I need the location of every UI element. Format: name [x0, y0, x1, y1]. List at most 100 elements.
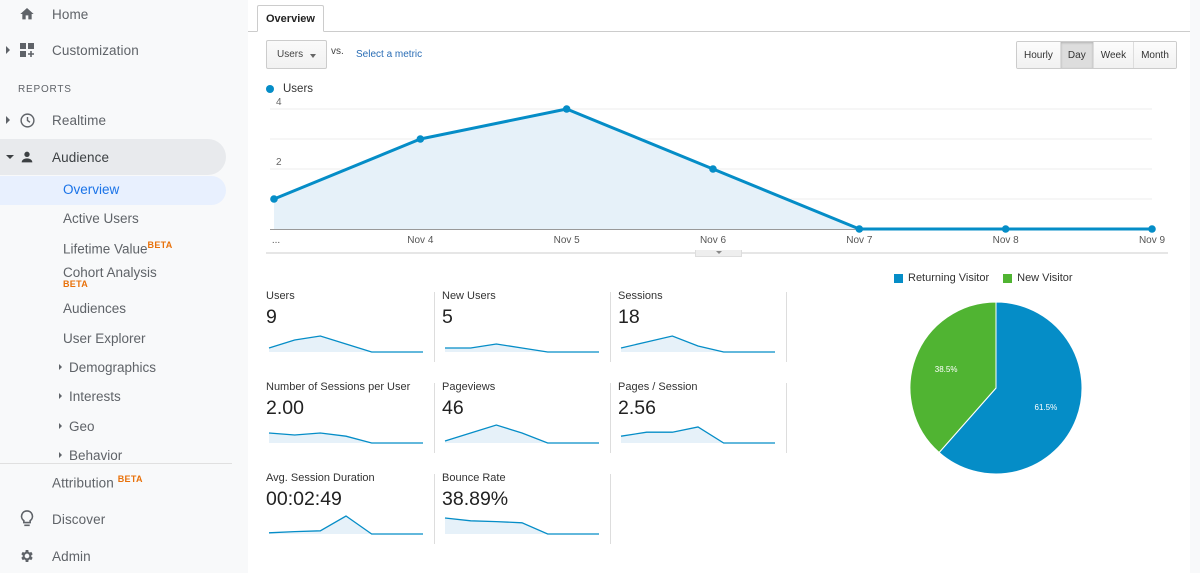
metric-name: Pages / Session: [618, 381, 698, 393]
metric-name: Number of Sessions per User: [266, 381, 411, 393]
metric-card[interactable]: Pageviews 46: [442, 381, 618, 459]
metric-card[interactable]: Number of Sessions per User 2.00: [266, 381, 442, 459]
y-tick-label: 4: [276, 97, 282, 108]
tab-bar-divider: [248, 31, 1190, 32]
home-icon: [18, 5, 36, 23]
metric-card[interactable]: New Users 5: [442, 290, 618, 368]
metric-name: Users: [266, 290, 295, 302]
analytics-app: Home Customization REPORTS Realtime Audi…: [0, 0, 1200, 573]
sidebar-item-label: Discover: [52, 511, 106, 527]
metric-sparkline: [445, 343, 599, 353]
y-tick-label: 2: [276, 157, 282, 168]
sidebar-item-attribution[interactable]: Attribution BETA: [0, 465, 240, 499]
legend-swatch-icon: [1003, 273, 1013, 283]
legend-label: Users: [283, 83, 314, 95]
collapse-caret-icon[interactable]: [6, 155, 14, 159]
chevron-down-icon: [310, 54, 316, 58]
metric-divider: [610, 474, 611, 544]
metric-divider: [434, 383, 435, 453]
legend-swatch-icon: [894, 273, 903, 283]
metric-value: 18: [618, 306, 640, 328]
metric-card[interactable]: Users 9: [266, 290, 442, 368]
sparkline-area: [621, 427, 775, 443]
metric-sparkline: [268, 432, 423, 444]
metric-value: 2.00: [266, 397, 304, 419]
metric-divider: [786, 292, 787, 362]
pie-legend: Returning Visitor New Visitor: [894, 272, 1087, 284]
metric-name: Sessions: [618, 290, 663, 302]
week-button[interactable]: Week: [1093, 42, 1135, 68]
sidebar-item-customization[interactable]: Customization: [0, 33, 240, 67]
right-gutter: [1190, 0, 1200, 573]
metric-select-value: Users: [277, 49, 304, 60]
sidebar-subitem-user-explorer[interactable]: User Explorer: [63, 331, 146, 346]
metric-card[interactable]: Pages / Session 2.56: [618, 381, 794, 459]
sidebar-subitem-cohort-analysis[interactable]: Cohort Analysis BETA: [63, 265, 157, 289]
sidebar-subitem-demographics[interactable]: Demographics: [69, 360, 156, 375]
legend-dot-icon: [266, 85, 274, 93]
metric-value: 46: [442, 397, 464, 419]
beta-badge: BETA: [117, 473, 143, 484]
metric-sparkline: [268, 515, 423, 535]
tab-overview[interactable]: Overview: [257, 5, 324, 32]
sidebar-item-discover[interactable]: Discover: [0, 502, 240, 536]
data-point: [855, 225, 864, 233]
sidebar-subitem-active-users[interactable]: Active Users: [63, 211, 139, 226]
expand-caret-icon[interactable]: [59, 393, 62, 399]
chart-legend: Users: [266, 83, 313, 95]
data-point: [416, 135, 425, 143]
data-point: [1148, 225, 1156, 233]
expand-caret-icon[interactable]: [59, 423, 62, 429]
metric-name: New Users: [442, 290, 496, 302]
metric-card[interactable]: Bounce Rate 38.89%: [442, 472, 618, 550]
time-granularity-group: Hourly Day Week Month: [1016, 41, 1177, 69]
main-panel: Overview Users vs. Select a metric Hourl…: [248, 0, 1190, 573]
metric-card[interactable]: Avg. Session Duration 00:02:49: [266, 472, 442, 550]
sidebar-item-home[interactable]: Home: [0, 0, 240, 31]
expand-caret-icon[interactable]: [59, 364, 62, 370]
sparkline-area: [621, 336, 775, 352]
month-button[interactable]: Month: [1134, 42, 1176, 68]
hourly-button[interactable]: Hourly: [1017, 42, 1061, 68]
data-point: [270, 195, 278, 203]
expand-caret-icon[interactable]: [6, 116, 10, 124]
expand-caret-icon[interactable]: [6, 46, 10, 54]
clock-icon: [18, 111, 36, 129]
legend-label: New Visitor: [1017, 272, 1073, 284]
pie-legend-item-returning: Returning Visitor: [894, 272, 989, 284]
metric-select-dropdown[interactable]: Users: [266, 40, 327, 69]
metric-sparkline: [268, 335, 423, 353]
expand-caret-icon[interactable]: [59, 452, 62, 458]
attribution-label: Attribution: [52, 475, 114, 491]
sidebar-subitem-geo[interactable]: Geo: [69, 419, 95, 434]
metric-name: Avg. Session Duration: [266, 472, 375, 484]
select-metric-link[interactable]: Select a metric: [356, 49, 422, 60]
sidebar-item-audience[interactable]: Audience: [0, 140, 226, 174]
sidebar-item-label: Home: [52, 6, 89, 22]
sidebar-subitem-overview[interactable]: Overview: [63, 182, 119, 197]
dashboard-grid-icon: [18, 41, 36, 59]
metric-divider: [610, 292, 611, 362]
chart-collapse-toggle[interactable]: [695, 250, 742, 257]
sidebar-item-admin[interactable]: Admin: [0, 539, 240, 573]
sidebar-item-realtime[interactable]: Realtime: [0, 103, 240, 137]
x-tick-label: Nov 8: [993, 235, 1020, 246]
lightbulb-icon: [18, 510, 36, 528]
vs-label: vs.: [331, 46, 344, 57]
data-point: [709, 165, 717, 173]
data-point: [562, 105, 571, 113]
sidebar-subitem-interests[interactable]: Interests: [69, 389, 121, 404]
gear-icon: [18, 547, 36, 565]
sidebar-subitem-behavior[interactable]: Behavior: [69, 448, 122, 463]
metric-sparkline: [444, 517, 599, 535]
sidebar-subitem-label: Cohort Analysis: [63, 265, 157, 280]
sidebar-subitem-lifetime-value[interactable]: Lifetime ValueBETA: [63, 240, 173, 257]
metric-name: Pageviews: [442, 381, 496, 393]
metric-sparkline: [620, 335, 775, 353]
sidebar-subitem-audiences[interactable]: Audiences: [63, 301, 126, 316]
reports-section-header: REPORTS: [18, 84, 72, 95]
metric-value: 38.89%: [442, 488, 509, 510]
day-button[interactable]: Day: [1060, 42, 1094, 68]
metric-card[interactable]: Sessions 18: [618, 290, 794, 368]
person-icon: [18, 148, 36, 166]
